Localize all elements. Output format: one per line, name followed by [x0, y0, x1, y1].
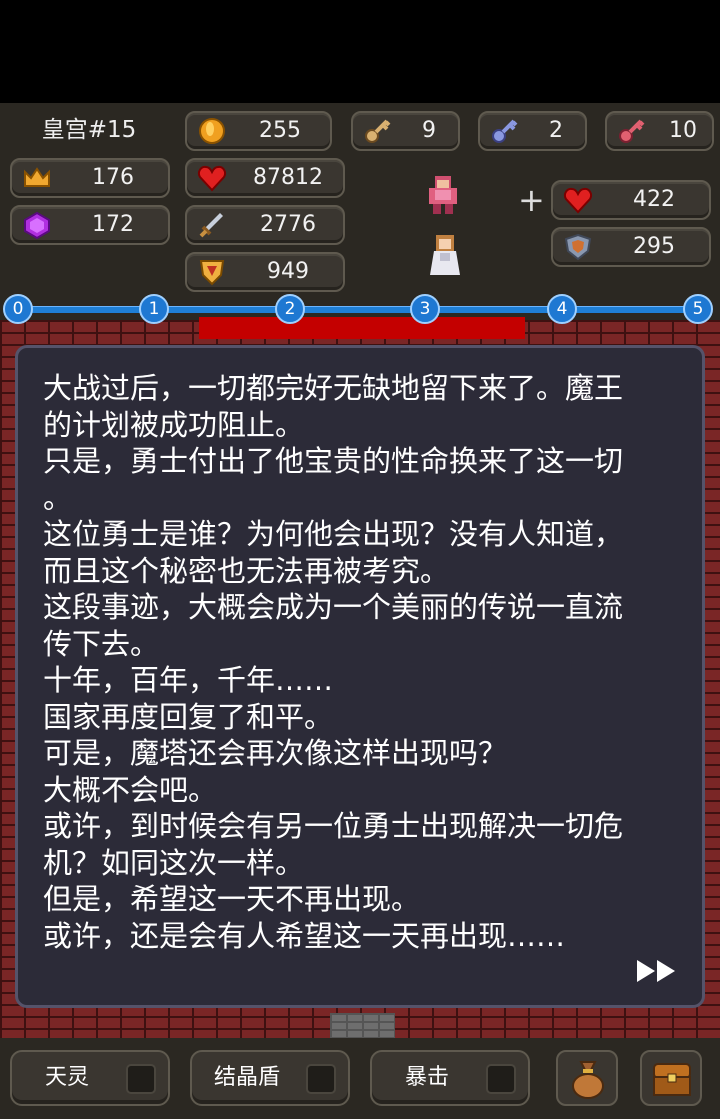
chest-button[interactable]: [640, 1050, 702, 1106]
princess-sprite: [430, 235, 460, 275]
red-key-value: 10: [669, 118, 697, 143]
bonus-hp-value: 422: [633, 187, 675, 212]
red-key-icon: [619, 119, 645, 143]
skill-button-critical[interactable]: 暴击: [370, 1050, 530, 1106]
defense-counter: 949: [185, 252, 345, 292]
story-line: 大战过后，一切都完好无缺地留下来了。魔王: [43, 371, 624, 405]
top-letterbox: [0, 0, 720, 103]
crown-icon: [24, 167, 50, 187]
story-line: 的计划被成功阻止。: [43, 407, 305, 442]
gem-value: 172: [92, 212, 134, 237]
progress-node-0[interactable]: 0: [3, 294, 33, 324]
bag-icon: [572, 1061, 604, 1099]
round-shield-icon: [564, 233, 592, 261]
attack-counter: 2776: [185, 205, 345, 245]
story-line: 国家再度回复了和平。: [43, 699, 334, 734]
bag-button[interactable]: [556, 1050, 618, 1106]
floor-label: 皇宫#15: [41, 117, 137, 143]
skill-toggle-box[interactable]: [486, 1064, 516, 1094]
story-line: 大概不会吧。: [43, 772, 218, 807]
story-line: 这位勇士是谁？为何他会出现？没有人知道，: [43, 517, 624, 551]
progress-node-4[interactable]: 4: [547, 294, 577, 324]
shield-icon: [199, 260, 225, 286]
heart-icon: [197, 165, 227, 192]
skill-toggle-box[interactable]: [126, 1064, 156, 1094]
gold-value: 255: [259, 118, 301, 143]
blue-key-icon: [492, 119, 518, 143]
heart-icon: [563, 187, 593, 214]
skill-label: 天灵: [44, 1065, 89, 1090]
gem-icon: [24, 211, 50, 239]
blue-key-value: 2: [549, 118, 563, 143]
level-counter: 176: [10, 158, 170, 198]
story-dialog[interactable]: 大战过后，一切都完好无缺地留下来了。魔王 的计划被成功阻止。 只是，勇士付出了他…: [15, 345, 705, 1008]
bonus-plus: +: [518, 181, 545, 219]
yellow-key-counter: 9: [351, 111, 460, 151]
story-line: 或许，还是会有人希望这一天再出现……: [43, 918, 566, 953]
yellow-key-icon: [365, 119, 391, 143]
story-line: 传下去。: [43, 626, 160, 661]
skill-label: 暴击: [404, 1065, 449, 1090]
chest-icon: [653, 1063, 691, 1096]
story-line: 可是，魔塔还会再次像这样出现吗？: [43, 736, 508, 770]
skill-label: 结晶盾: [213, 1065, 280, 1090]
gem-counter: 172: [10, 205, 170, 245]
defense-value: 949: [267, 259, 309, 284]
progress-highlight: [199, 317, 525, 339]
story-line: 机？如同这次一样。: [43, 845, 305, 880]
stone-floor-tile: [330, 1013, 395, 1038]
bonus-hp-counter: 422: [551, 180, 711, 220]
story-line: 十年，百年，千年……: [43, 663, 334, 697]
skill-bar: 天灵 结晶盾 暴击: [0, 1038, 720, 1119]
hp-counter: 87812: [185, 158, 345, 198]
fast-forward-icon[interactable]: [635, 957, 683, 985]
skill-button-tianling[interactable]: 天灵: [10, 1050, 170, 1106]
progress-node-2[interactable]: 2: [275, 294, 305, 324]
gold-counter: 255: [185, 111, 332, 151]
level-value: 176: [92, 165, 134, 190]
sword-icon: [199, 213, 223, 238]
coin-icon: [199, 118, 225, 144]
progress-node-3[interactable]: 3: [410, 294, 440, 324]
story-line: 但是，希望这一天不再出现。: [43, 882, 421, 916]
story-text: 大战过后，一切都完好无缺地留下来了。魔王 的计划被成功阻止。 只是，勇士付出了他…: [43, 370, 688, 954]
progress-node-5[interactable]: 5: [683, 294, 713, 324]
story-line: 这段事迹，大概会成为一个美丽的传说一直流: [43, 590, 624, 624]
story-line: 。: [43, 480, 73, 515]
hero-sprite: [429, 176, 457, 214]
story-line: 而且这个秘密也无法再被考究。: [43, 553, 450, 588]
progress-node-1[interactable]: 1: [139, 294, 169, 324]
bonus-defense-value: 295: [633, 234, 675, 259]
floor-progress-bar: 0 1 2 3 4 5: [0, 294, 720, 345]
yellow-key-value: 9: [422, 118, 436, 143]
story-line: 或许，到时候会有另一位勇士出现解决一切危: [43, 809, 624, 843]
progress-track: [18, 306, 698, 313]
skill-toggle-box[interactable]: [306, 1064, 336, 1094]
story-line: 只是，勇士付出了他宝贵的性命换来了这一切: [43, 444, 624, 478]
red-key-counter: 10: [605, 111, 714, 151]
attack-value: 2776: [260, 212, 316, 237]
skill-button-crystal-shield[interactable]: 结晶盾: [190, 1050, 350, 1106]
hp-value: 87812: [253, 165, 323, 190]
blue-key-counter: 2: [478, 111, 587, 151]
bonus-defense-counter: 295: [551, 227, 711, 267]
